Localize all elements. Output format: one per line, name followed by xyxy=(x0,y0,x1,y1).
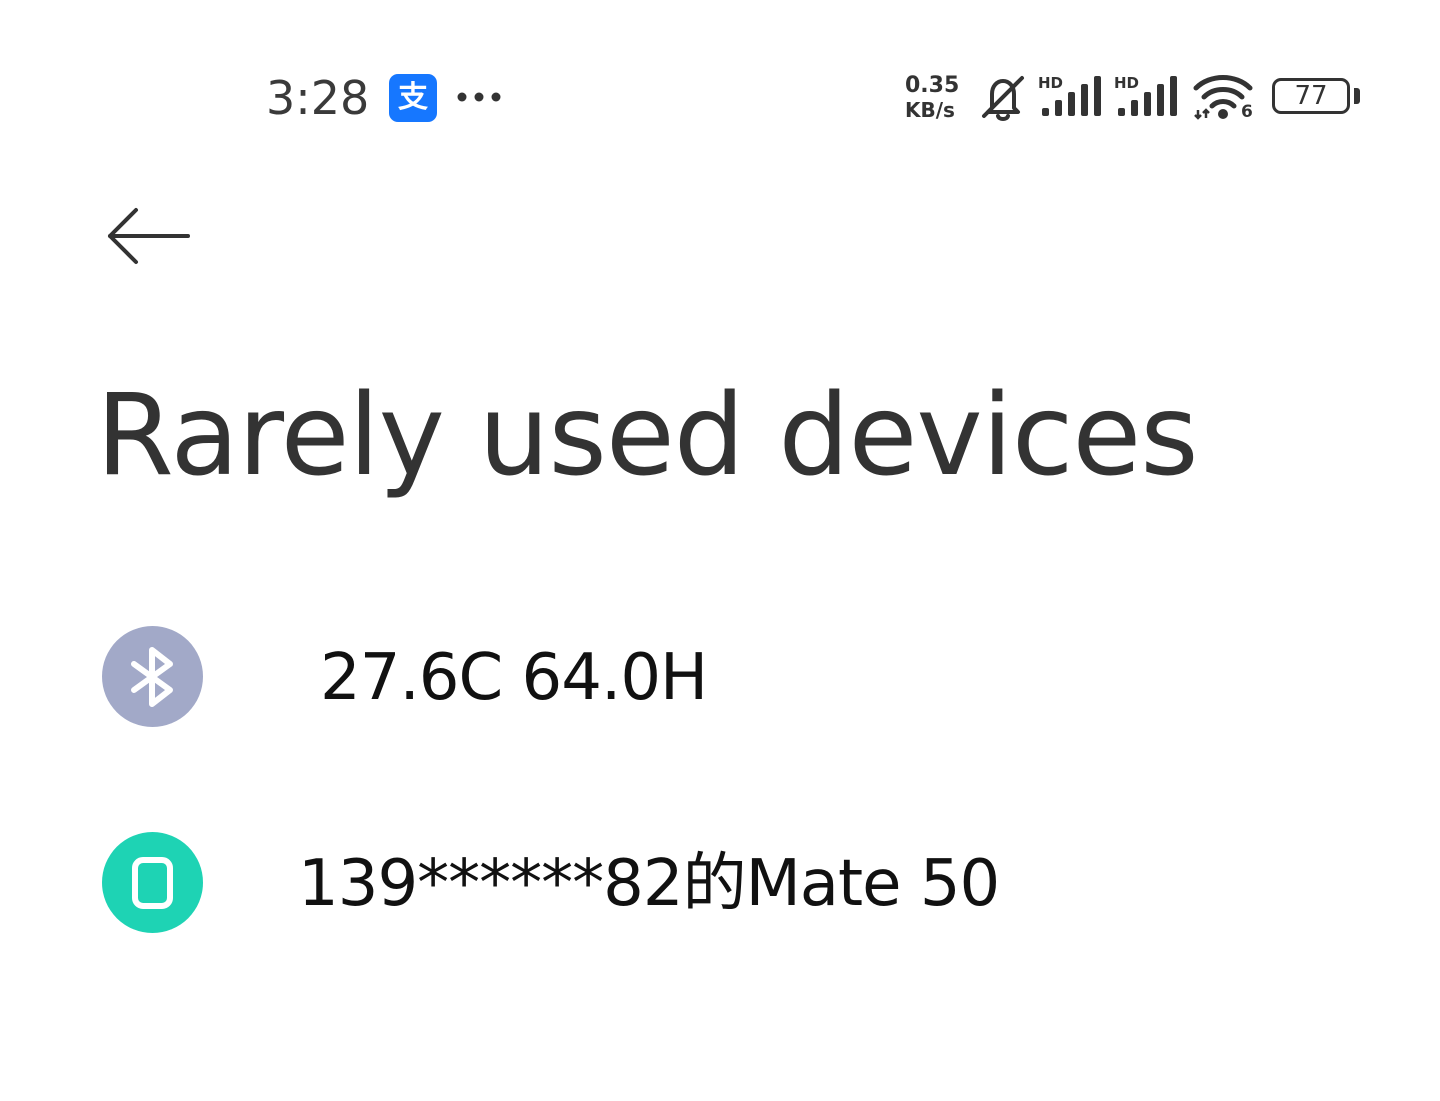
phone-icon xyxy=(132,857,173,909)
list-item-device[interactable]: 139******82的Mate 50 xyxy=(0,784,1440,984)
alipay-icon: 支 xyxy=(389,74,437,122)
network-speed-value: 0.35 xyxy=(905,73,960,98)
signal-icon xyxy=(1118,76,1177,116)
battery-tip xyxy=(1354,88,1360,104)
signal-icon xyxy=(1042,76,1101,116)
network-speed-unit: KB/s xyxy=(905,98,955,122)
page-title: Rarely used devices xyxy=(96,371,1199,501)
battery-icon: 77 xyxy=(1272,78,1350,114)
device-icon-circle xyxy=(102,626,203,727)
device-name: 27.6C 64.0H xyxy=(320,641,708,715)
list-item-device[interactable]: 27.6C 64.0H xyxy=(0,578,1440,778)
more-dots-icon xyxy=(457,92,501,102)
network-speed: 0.35 KB/s xyxy=(905,73,969,123)
status-time: 3:28 xyxy=(266,71,370,125)
bell-muted-icon xyxy=(982,76,1024,121)
device-icon-circle xyxy=(102,832,203,933)
arrow-left-icon xyxy=(108,208,190,264)
bluetooth-icon xyxy=(131,647,173,707)
device-name: 139******82的Mate 50 xyxy=(298,847,1000,921)
wifi-6-label: 6 xyxy=(1241,102,1253,122)
back-button[interactable] xyxy=(96,196,196,276)
status-bar: 3:28 支 0.35 KB/s HD HD 6 77 xyxy=(0,0,1440,190)
